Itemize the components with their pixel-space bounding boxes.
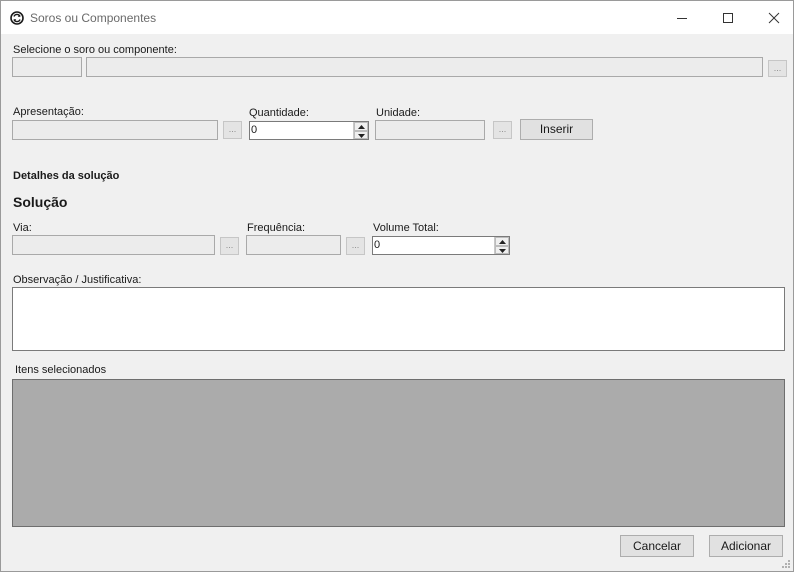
maximize-icon — [723, 13, 733, 23]
minimize-button[interactable] — [659, 1, 705, 34]
frequencia-browse-button[interactable]: ... — [346, 237, 365, 255]
volume-total-label: Volume Total: — [373, 222, 439, 234]
app-icon — [10, 11, 24, 25]
volume-total-spinner — [494, 237, 509, 254]
volume-increment-button[interactable] — [495, 237, 509, 246]
observacao-textarea[interactable] — [12, 287, 785, 351]
arrow-up-icon — [499, 240, 506, 244]
product-browse-button[interactable]: ... — [768, 60, 787, 77]
apresentacao-field[interactable] — [12, 120, 218, 140]
close-button[interactable] — [751, 1, 796, 34]
quantidade-decrement-button[interactable] — [354, 130, 368, 139]
via-field[interactable] — [12, 235, 215, 255]
arrow-down-icon — [499, 248, 506, 253]
dialog-window: Soros ou Componentes Selecione o soro ou… — [0, 0, 794, 572]
insert-button[interactable]: Inserir — [520, 119, 593, 140]
unidade-field[interactable] — [375, 120, 485, 140]
maximize-button[interactable] — [705, 1, 751, 34]
select-product-label: Selecione o soro ou componente: — [13, 44, 177, 56]
volume-total-stepper[interactable]: 0 — [372, 236, 510, 255]
unidade-label: Unidade: — [376, 107, 421, 119]
frequencia-field[interactable] — [246, 235, 341, 255]
unidade-browse-button[interactable]: ... — [493, 121, 512, 139]
quantidade-spinner — [353, 122, 368, 139]
apresentacao-label: Apresentação: — [13, 106, 84, 118]
arrow-up-icon — [358, 125, 365, 129]
solution-title: Solução — [13, 194, 68, 210]
via-browse-button[interactable]: ... — [220, 237, 239, 255]
title-bar[interactable]: Soros ou Componentes — [1, 1, 793, 34]
resize-grip-icon[interactable] — [781, 559, 791, 569]
selected-items-label: Itens selecionados — [15, 364, 107, 376]
close-icon — [768, 12, 780, 24]
cancel-button[interactable]: Cancelar — [620, 535, 694, 557]
via-label: Via: — [13, 222, 32, 234]
add-button[interactable]: Adicionar — [709, 535, 783, 557]
arrow-down-icon — [358, 133, 365, 138]
volume-decrement-button[interactable] — [495, 245, 509, 254]
product-name-field[interactable] — [86, 57, 763, 77]
window-title: Soros ou Componentes — [30, 11, 157, 25]
apresentacao-browse-button[interactable]: ... — [223, 121, 242, 139]
solution-details-heading: Detalhes da solução — [13, 170, 120, 182]
quantidade-label: Quantidade: — [249, 107, 309, 119]
selected-items-grid[interactable] — [12, 379, 785, 527]
quantidade-increment-button[interactable] — [354, 122, 368, 131]
frequencia-label: Frequência: — [247, 222, 306, 234]
quantidade-value: 0 — [251, 124, 258, 136]
minimize-icon — [677, 18, 687, 19]
observacao-label: Observação / Justificativa: — [13, 274, 142, 286]
product-code-field[interactable] — [12, 57, 82, 77]
volume-total-value: 0 — [374, 239, 381, 251]
quantidade-stepper[interactable]: 0 — [249, 121, 369, 140]
